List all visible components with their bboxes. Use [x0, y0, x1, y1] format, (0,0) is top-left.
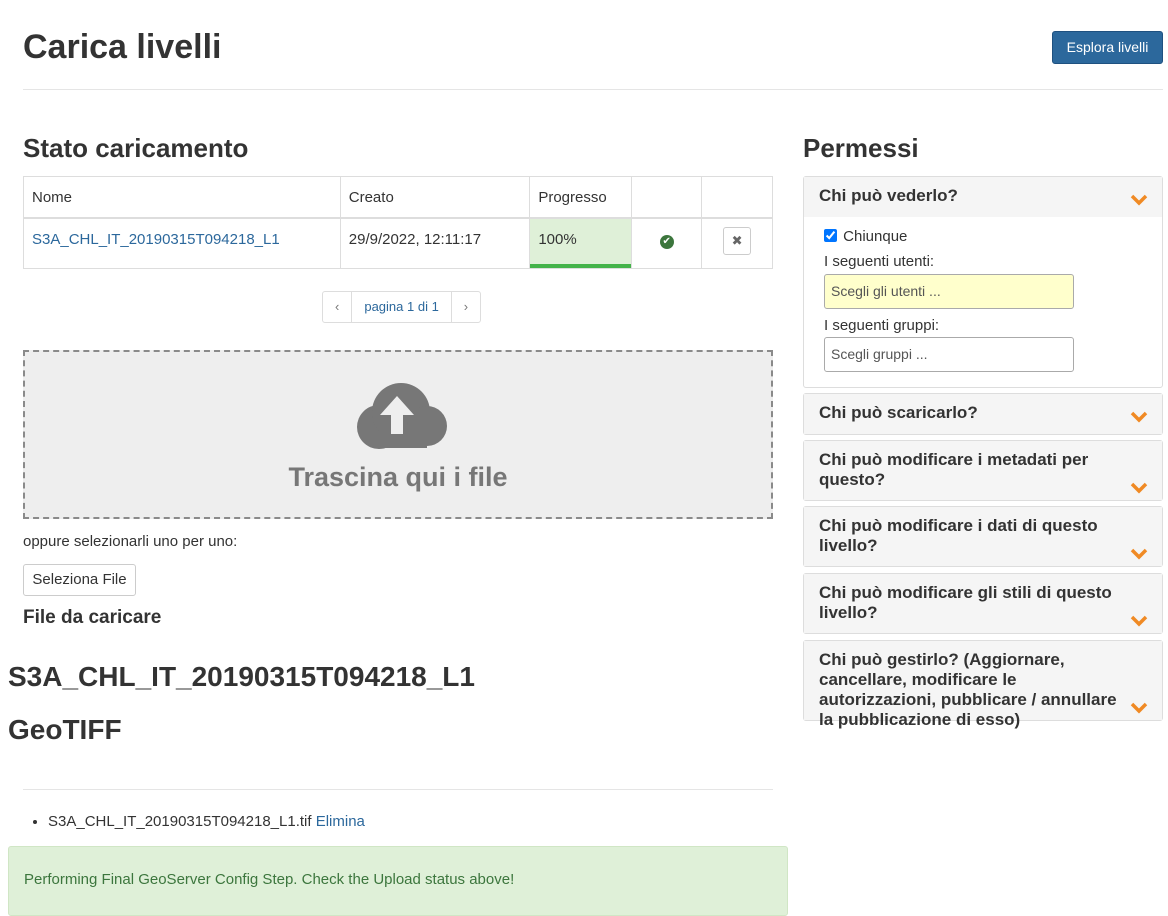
panel-title: Chi può modificare i metadati per questo…: [819, 450, 1089, 489]
remove-file-link[interactable]: Elimina: [316, 813, 365, 830]
cloud-upload-icon: [357, 383, 447, 449]
permission-panel-styles[interactable]: Chi può modificare gli stili di questo l…: [803, 573, 1163, 634]
column-header-actions: [701, 176, 773, 219]
layer-link[interactable]: S3A_CHL_IT_20190315T094218_L1: [32, 231, 280, 248]
chevron-down-icon: [1130, 482, 1148, 494]
page-title: Carica livelli: [23, 28, 222, 66]
chevron-down-icon: [1130, 702, 1148, 714]
anyone-checkbox[interactable]: [824, 229, 837, 242]
check-circle-icon: ✔: [659, 235, 674, 249]
permission-panel-manage[interactable]: Chi può gestirlo? (Aggiornare, cancellar…: [803, 640, 1163, 729]
file-item-name: S3A_CHL_IT_20190315T094218_L1.tif: [48, 813, 312, 830]
table-row: S3A_CHL_IT_20190315T094218_L1 29/9/2022,…: [23, 217, 773, 269]
column-header-name: Nome: [23, 176, 341, 219]
permission-panel-header[interactable]: Chi può modificare gli stili di questo l…: [804, 574, 1162, 633]
created-cell: 29/9/2022, 12:11:17: [339, 217, 531, 269]
permission-panel-header[interactable]: Chi può modificare i metadati per questo…: [804, 441, 1162, 500]
permission-panel-header[interactable]: Chi può scaricarlo?: [804, 394, 1162, 434]
dropzone-text: Trascina qui i file: [288, 462, 508, 492]
select-files-hint: oppure selezionarli uno per uno:: [23, 533, 238, 550]
files-divider: [23, 789, 773, 790]
list-item: S3A_CHL_IT_20190315T094218_L1.tif Elimin…: [48, 813, 365, 830]
permission-panel-view-header[interactable]: Chi può vederlo?: [804, 177, 1162, 217]
panel-title: Chi può gestirlo? (Aggiornare, cancellar…: [819, 650, 1117, 729]
column-header-status: [631, 176, 703, 219]
users-input[interactable]: Scegli gli utenti ...: [824, 274, 1074, 309]
permission-panel-view: Chi può vederlo? Chiunque I seguenti ute…: [803, 176, 1163, 388]
panel-title: Chi può modificare gli stili di questo l…: [819, 583, 1112, 622]
panel-title: Chi può modificare i dati di questo live…: [819, 516, 1098, 555]
permission-panel-data[interactable]: Chi può modificare i dati di questo live…: [803, 506, 1163, 567]
permissions-title: Permessi: [803, 133, 919, 163]
file-list: S3A_CHL_IT_20190315T094218_L1.tif Elimin…: [30, 813, 365, 830]
pagination: ‹ pagina 1 di 1 ›: [322, 291, 482, 323]
permission-panel-view-body: Chiunque I seguenti utenti: Scegli gli u…: [804, 217, 1162, 372]
progress-cell: 100%: [529, 217, 633, 269]
groups-input[interactable]: Scegli gruppi ...: [824, 337, 1074, 372]
column-header-progress: Progresso: [529, 176, 633, 219]
panel-title: Chi può vederlo?: [819, 186, 958, 205]
permission-panel-header[interactable]: Chi può gestirlo? (Aggiornare, cancellar…: [804, 641, 1162, 729]
files-to-upload-title: File da caricare: [23, 607, 162, 628]
file-name-heading: S3A_CHL_IT_20190315T094218_L1: [8, 661, 475, 692]
upload-status-table: Nome Creato Progresso S3A_CHL_IT_2019031…: [23, 176, 773, 269]
explore-layers-button[interactable]: Esplora livelli: [1052, 31, 1163, 64]
permission-panel-header[interactable]: Chi può modificare i dati di questo live…: [804, 507, 1162, 566]
remove-upload-button[interactable]: ✖: [723, 227, 752, 255]
chevron-down-icon: [1130, 194, 1148, 206]
file-type-heading: GeoTIFF: [8, 714, 122, 745]
permission-panel-download[interactable]: Chi può scaricarlo?: [803, 393, 1163, 435]
progress-bar: [530, 263, 632, 268]
chevron-down-icon: [1130, 411, 1148, 423]
select-files-button[interactable]: Seleziona File: [23, 564, 136, 596]
next-page-button[interactable]: ›: [450, 292, 480, 322]
upload-status-title: Stato caricamento: [23, 133, 249, 163]
progress-text: 100%: [538, 231, 577, 248]
status-alert: Performing Final GeoServer Config Step. …: [8, 846, 788, 916]
chevron-down-icon: [1130, 615, 1148, 627]
header-divider: [23, 89, 1163, 90]
previous-page-button[interactable]: ‹: [323, 292, 353, 322]
chevron-down-icon: [1130, 548, 1148, 560]
users-label: I seguenti utenti:: [824, 253, 935, 270]
panel-title: Chi può scaricarlo?: [819, 403, 978, 422]
permission-panel-metadata[interactable]: Chi può modificare i metadati per questo…: [803, 440, 1163, 501]
anyone-label: Chiunque: [843, 228, 908, 245]
file-dropzone[interactable]: Trascina qui i file: [23, 350, 773, 519]
column-header-created: Creato: [339, 176, 531, 219]
groups-label: I seguenti gruppi:: [824, 317, 940, 334]
page-indicator: pagina 1 di 1: [364, 299, 439, 314]
